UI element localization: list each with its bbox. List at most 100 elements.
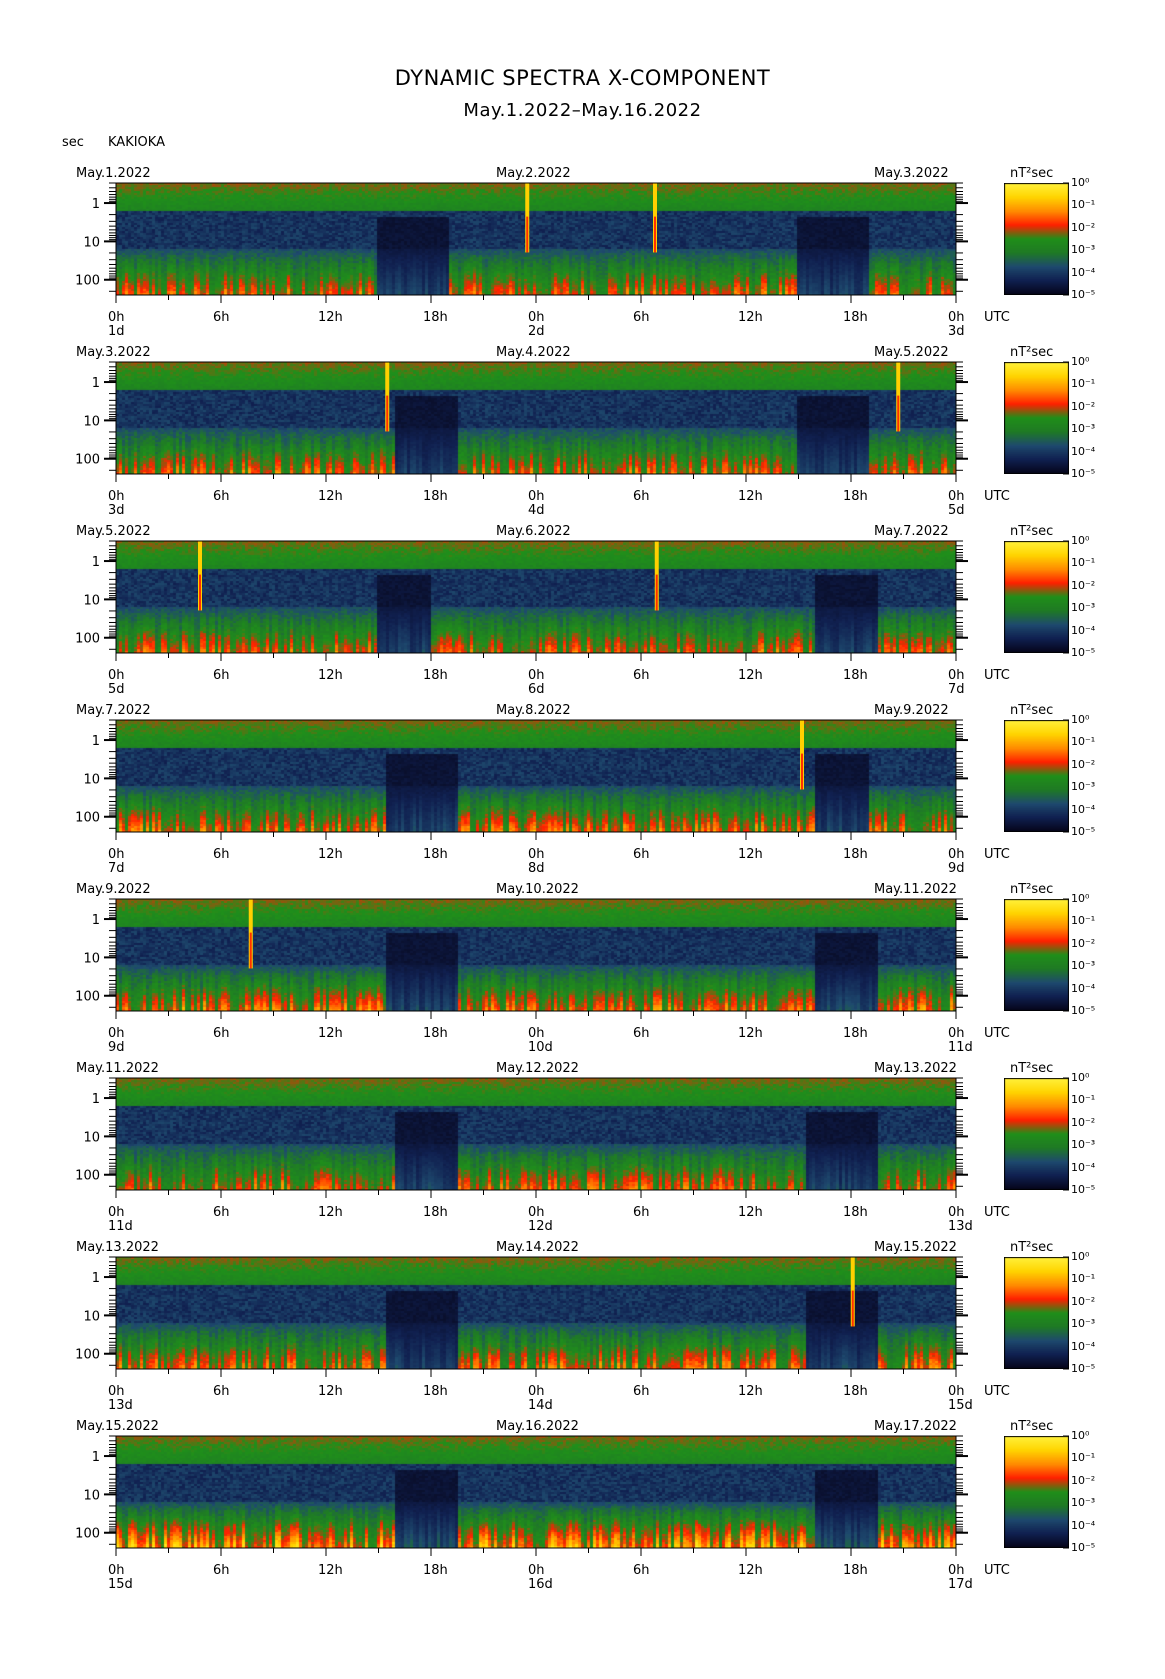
y-tick-label: 10	[83, 1309, 100, 1324]
colorbar-unit: nT²sec	[1010, 1061, 1054, 1076]
plot-frame	[115, 361, 957, 475]
panel-axes: 1 10 100	[75, 898, 1069, 1019]
spectra-panels: May.1.2022 May.2.2022 May.3.2022 nT²sec 1 10 1…	[0, 0, 1165, 1679]
colorbar-tick-label: 10⁻⁴	[1071, 1518, 1096, 1532]
x-tick-label: 0h	[948, 1384, 965, 1399]
day-label: 3d	[108, 503, 125, 518]
colorbar-unit: nT²sec	[1010, 345, 1054, 360]
x-tick-label: 18h	[843, 1384, 868, 1399]
y-tick-label: 10	[83, 1130, 100, 1145]
panel-end-date: May.5.2022	[874, 345, 949, 360]
day-label: 3d	[948, 324, 965, 339]
day-label: 11d	[948, 1040, 973, 1055]
plot-frame	[115, 1077, 957, 1191]
day-label: 5d	[948, 503, 965, 518]
day-label: 15d	[108, 1577, 133, 1592]
y-tick-label: 1	[92, 555, 100, 570]
colorbar	[1004, 183, 1069, 295]
y-tick-label: 1	[92, 197, 100, 212]
x-tick-label: 0h	[948, 1563, 965, 1578]
x-tick-label: 12h	[318, 1205, 343, 1220]
x-tick-label: 18h	[423, 1384, 448, 1399]
colorbar	[1004, 899, 1069, 1011]
colorbar-tick-label: 10⁻¹	[1071, 556, 1096, 570]
x-axis-label: UTC	[984, 1026, 1010, 1041]
panel-start-date: May.1.2022	[76, 166, 151, 181]
plot-frame	[115, 719, 957, 833]
colorbar-tick-label: 10⁻⁴	[1071, 444, 1096, 458]
x-tick-label: 18h	[843, 1563, 868, 1578]
x-axis-label: UTC	[984, 1563, 1010, 1578]
panel-mid-date: May.12.2022	[496, 1061, 579, 1076]
x-tick-label: 0h	[948, 1026, 965, 1041]
x-axis-label: UTC	[984, 1205, 1010, 1220]
colorbar-tick-label: 10⁻³	[1071, 1317, 1096, 1331]
colorbar-tick-label: 10⁻³	[1071, 601, 1096, 615]
x-tick-label: 0h	[108, 1205, 125, 1220]
plot-frame	[115, 898, 957, 1012]
panel-end-date: May.17.2022	[874, 1419, 957, 1434]
y-tick-label: 1	[92, 1450, 100, 1465]
colorbar	[1004, 541, 1069, 653]
colorbar	[1004, 720, 1069, 832]
x-tick-label: 0h	[108, 1563, 125, 1578]
x-axis-label: UTC	[984, 1384, 1010, 1399]
colorbar-tick-label: 10⁻²	[1071, 399, 1096, 413]
colorbar-tick-label: 10⁻³	[1071, 1138, 1096, 1152]
x-tick-label: 12h	[738, 1026, 763, 1041]
colorbar-tick-label: 10⁻²	[1071, 220, 1096, 234]
day-label: 15d	[948, 1398, 973, 1413]
x-tick-label: 0h	[528, 310, 545, 325]
panel-start-date: May.5.2022	[76, 524, 151, 539]
panel-mid-date: May.14.2022	[496, 1240, 579, 1255]
y-tick-label: 1	[92, 1092, 100, 1107]
x-tick-label: 18h	[843, 668, 868, 683]
panel-end-date: May.3.2022	[874, 166, 949, 181]
panel-start-date: May.13.2022	[76, 1240, 159, 1255]
day-label: 9d	[948, 861, 965, 876]
colorbar-tick-label: 10⁻¹	[1071, 198, 1096, 212]
x-tick-label: 12h	[318, 668, 343, 683]
colorbar	[1004, 1257, 1069, 1369]
x-tick-label: 0h	[948, 668, 965, 683]
day-label: 10d	[528, 1040, 553, 1055]
x-tick-label: 0h	[108, 847, 125, 862]
x-tick-label: 18h	[423, 1026, 448, 1041]
y-tick-label: 10	[83, 772, 100, 787]
colorbar	[1004, 362, 1069, 474]
colorbar-tick-label: 10⁰	[1071, 1071, 1090, 1084]
colorbar-tick-label: 10⁰	[1071, 1429, 1090, 1442]
y-tick-label: 1	[92, 734, 100, 749]
x-tick-label: 0h	[948, 489, 965, 504]
x-tick-label: 6h	[213, 1205, 230, 1220]
x-tick-label: 12h	[738, 1384, 763, 1399]
colorbar-tick-label: 10⁻⁴	[1071, 802, 1096, 816]
panel-axes: 1 10 100	[75, 719, 1069, 840]
panel-start-date: May.11.2022	[76, 1061, 159, 1076]
panel-axes: 1 10 100	[75, 361, 1069, 482]
x-tick-label: 12h	[738, 668, 763, 683]
colorbar	[1004, 1436, 1069, 1548]
day-label: 13d	[948, 1219, 973, 1234]
panel-start-date: May.15.2022	[76, 1419, 159, 1434]
x-tick-label: 0h	[528, 1205, 545, 1220]
colorbar-tick-label: 10⁻⁵	[1071, 288, 1096, 301]
x-tick-label: 0h	[108, 310, 125, 325]
panel-end-date: May.13.2022	[874, 1061, 957, 1076]
x-tick-label: 6h	[633, 1205, 650, 1220]
colorbar-tick-label: 10⁻⁵	[1071, 1362, 1096, 1375]
y-tick-label: 100	[75, 990, 100, 1005]
x-tick-label: 6h	[633, 1563, 650, 1578]
x-tick-label: 6h	[213, 310, 230, 325]
y-tick-label: 100	[75, 811, 100, 826]
x-tick-label: 18h	[423, 489, 448, 504]
colorbar-tick-label: 10⁻⁵	[1071, 1183, 1096, 1196]
y-tick-label: 1	[92, 376, 100, 391]
x-tick-label: 6h	[633, 847, 650, 862]
spike-core	[801, 753, 803, 790]
x-tick-label: 18h	[423, 1563, 448, 1578]
day-label: 5d	[108, 682, 125, 697]
day-label: 11d	[108, 1219, 133, 1234]
y-tick-label: 10	[83, 1488, 100, 1503]
y-tick-label: 100	[75, 1527, 100, 1542]
